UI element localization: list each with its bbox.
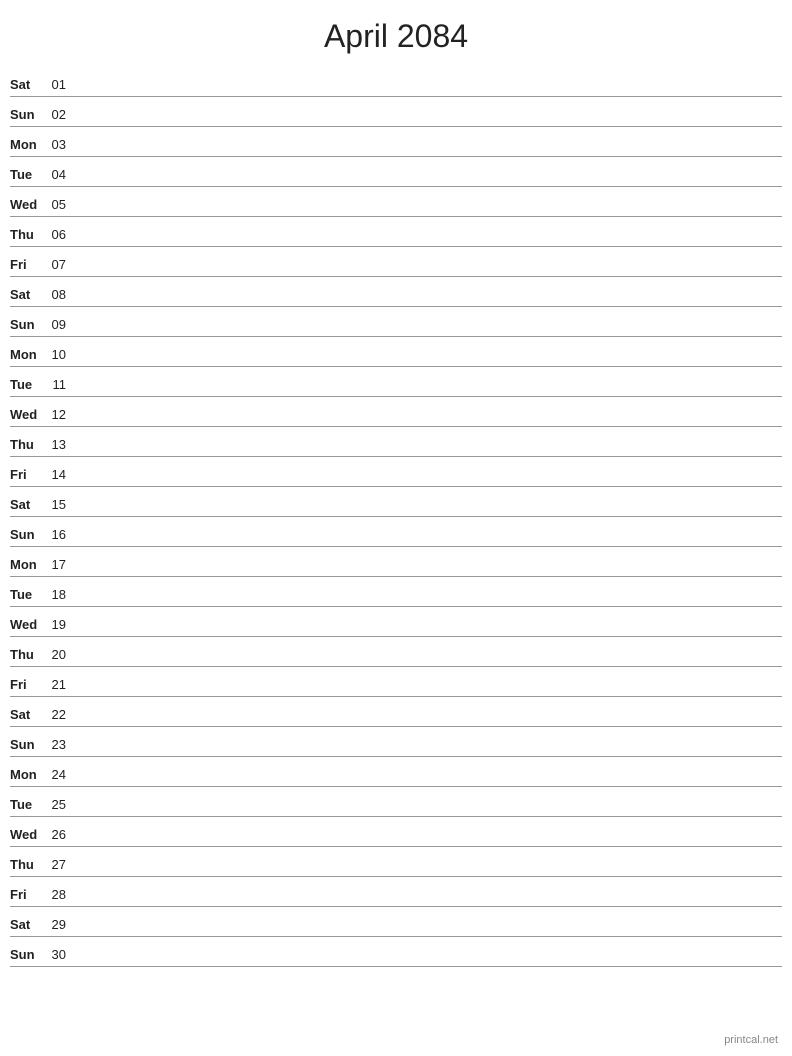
day-row: Sun30 [10, 937, 782, 967]
day-name: Mon [10, 557, 48, 574]
day-number: 27 [48, 857, 76, 874]
day-row: Wed05 [10, 187, 782, 217]
day-name: Sun [10, 527, 48, 544]
day-number: 05 [48, 197, 76, 214]
day-number: 25 [48, 797, 76, 814]
day-name: Thu [10, 227, 48, 244]
day-name: Sat [10, 497, 48, 514]
day-row: Sun09 [10, 307, 782, 337]
day-row: Tue25 [10, 787, 782, 817]
day-number: 10 [48, 347, 76, 364]
day-number: 16 [48, 527, 76, 544]
day-name: Tue [10, 167, 48, 184]
day-name: Tue [10, 377, 48, 394]
day-row: Mon03 [10, 127, 782, 157]
day-number: 03 [48, 137, 76, 154]
day-number: 24 [48, 767, 76, 784]
day-name: Fri [10, 257, 48, 274]
day-row: Mon24 [10, 757, 782, 787]
day-row: Fri14 [10, 457, 782, 487]
page-title: April 2084 [0, 0, 792, 67]
day-number: 07 [48, 257, 76, 274]
day-name: Thu [10, 437, 48, 454]
day-row: Mon10 [10, 337, 782, 367]
day-row: Mon17 [10, 547, 782, 577]
day-row: Thu06 [10, 217, 782, 247]
day-number: 02 [48, 107, 76, 124]
day-row: Sun23 [10, 727, 782, 757]
day-name: Sun [10, 107, 48, 124]
day-number: 08 [48, 287, 76, 304]
day-row: Fri07 [10, 247, 782, 277]
day-number: 17 [48, 557, 76, 574]
day-name: Wed [10, 617, 48, 634]
day-row: Sat29 [10, 907, 782, 937]
day-row: Sun02 [10, 97, 782, 127]
day-number: 15 [48, 497, 76, 514]
day-number: 20 [48, 647, 76, 664]
day-name: Tue [10, 797, 48, 814]
day-row: Sat22 [10, 697, 782, 727]
day-number: 28 [48, 887, 76, 904]
day-row: Thu27 [10, 847, 782, 877]
day-row: Tue04 [10, 157, 782, 187]
day-name: Sat [10, 917, 48, 934]
day-number: 04 [48, 167, 76, 184]
day-number: 29 [48, 917, 76, 934]
day-name: Tue [10, 587, 48, 604]
day-name: Wed [10, 407, 48, 424]
day-number: 09 [48, 317, 76, 334]
day-name: Sat [10, 707, 48, 724]
day-name: Sat [10, 287, 48, 304]
day-row: Sun16 [10, 517, 782, 547]
day-name: Wed [10, 197, 48, 214]
day-number: 21 [48, 677, 76, 694]
day-name: Fri [10, 887, 48, 904]
day-number: 30 [48, 947, 76, 964]
day-name: Sun [10, 317, 48, 334]
day-number: 13 [48, 437, 76, 454]
day-name: Mon [10, 767, 48, 784]
day-number: 01 [48, 77, 76, 94]
day-row: Fri28 [10, 877, 782, 907]
day-number: 19 [48, 617, 76, 634]
day-number: 18 [48, 587, 76, 604]
footer-text: printcal.net [724, 1034, 778, 1046]
day-row: Fri21 [10, 667, 782, 697]
day-name: Wed [10, 827, 48, 844]
day-row: Wed12 [10, 397, 782, 427]
calendar-container: Sat01Sun02Mon03Tue04Wed05Thu06Fri07Sat08… [0, 67, 792, 967]
day-name: Thu [10, 647, 48, 664]
day-row: Wed19 [10, 607, 782, 637]
day-row: Sat15 [10, 487, 782, 517]
day-name: Fri [10, 677, 48, 694]
day-number: 12 [48, 407, 76, 424]
day-row: Tue18 [10, 577, 782, 607]
day-number: 11 [48, 377, 76, 394]
day-row: Tue11 [10, 367, 782, 397]
day-row: Sat08 [10, 277, 782, 307]
day-name: Sun [10, 737, 48, 754]
day-number: 22 [48, 707, 76, 724]
day-name: Mon [10, 347, 48, 364]
day-number: 06 [48, 227, 76, 244]
day-number: 26 [48, 827, 76, 844]
day-name: Thu [10, 857, 48, 874]
day-name: Sat [10, 77, 48, 94]
day-number: 14 [48, 467, 76, 484]
day-name: Mon [10, 137, 48, 154]
day-row: Thu13 [10, 427, 782, 457]
day-name: Fri [10, 467, 48, 484]
day-name: Sun [10, 947, 48, 964]
day-number: 23 [48, 737, 76, 754]
day-row: Sat01 [10, 67, 782, 97]
day-row: Thu20 [10, 637, 782, 667]
day-row: Wed26 [10, 817, 782, 847]
